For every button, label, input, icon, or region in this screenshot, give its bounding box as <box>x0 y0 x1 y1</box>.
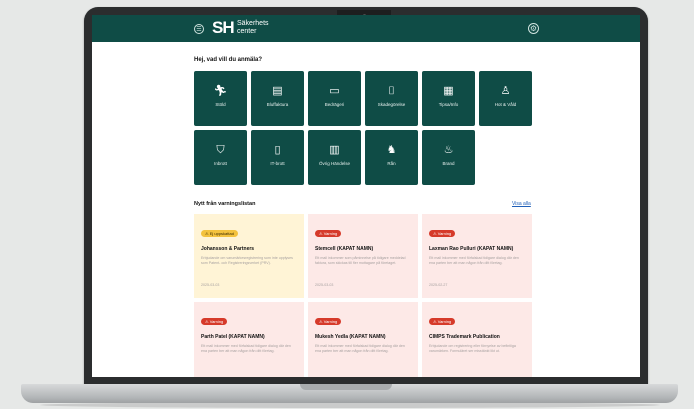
card-title: Stemcell (KAPAT NAMN) <box>315 246 374 252</box>
warning-card[interactable]: ⚠ Varning Stemcell (KAPAT NAMN) Ett mail… <box>308 214 418 298</box>
card-description: Ett mail inkommer med förfalskad tidigar… <box>315 344 405 353</box>
screen: ☰ SH Säkerhets center ⚙ Hej, vad vill du… <box>92 15 640 377</box>
laptop-base-notch <box>300 384 392 390</box>
badge-label: Varning <box>209 319 224 324</box>
gear-icon[interactable]: ⚙ <box>528 23 539 34</box>
category-tile-bluffaktura[interactable]: ▤ Bluffaktura <box>251 71 304 126</box>
category-tile-inbrott[interactable]: ⛉ Inbrott <box>194 130 247 185</box>
tile-label: Bedrägeri <box>324 102 345 107</box>
category-tile-bedrageri[interactable]: ▭ Bedrägeri <box>308 71 361 126</box>
category-tile-ran[interactable]: ♞ Rån <box>365 130 418 185</box>
category-tile-stold[interactable]: 🏃︎ Stöld <box>194 71 247 126</box>
tile-label: Skadegörelse <box>377 102 406 107</box>
spray-icon: ⌷ <box>388 85 395 97</box>
burglar-icon: ⛉ <box>216 144 225 156</box>
status-badge: ⚠ Ej uppskattad <box>201 230 238 237</box>
category-tile-hot-vald[interactable]: ♙ Hot & Våld <box>479 71 532 126</box>
logo-line-2: center <box>237 28 257 35</box>
warning-card[interactable]: ⚠ Varning Parth Patel (KAPAT NAMN) Ett m… <box>194 302 304 377</box>
logo-text: Säkerhets center <box>237 20 269 36</box>
warnings-section-title: Nytt från varningslistan <box>194 201 256 207</box>
badge-label: Varning <box>323 319 338 324</box>
category-tile-skadegorelse[interactable]: ⌷ Skadegörelse <box>365 71 418 126</box>
badge-label: Varning <box>437 319 452 324</box>
person-running-icon: 🏃︎ <box>213 85 228 97</box>
card-title: Laxman Rao Pulluri (KAPAT NAMN) <box>429 246 514 252</box>
card-title: Parth Patel (KAPAT NAMN) <box>201 334 265 340</box>
tile-label: Inbrott <box>214 161 227 166</box>
status-badge: ⚠ Varning <box>315 318 342 325</box>
card-description: Erbjudande om registrering eller förnyel… <box>429 344 516 353</box>
tile-label: Övrig Händelse <box>318 161 350 166</box>
view-all-link[interactable]: Visa alla <box>512 201 531 207</box>
tile-label: IT-brott <box>270 161 285 166</box>
status-badge: ⚠ Varning <box>201 318 228 325</box>
tile-label: Bluffaktura <box>266 102 289 107</box>
card-date: 2025-02-27 <box>429 283 448 287</box>
warning-card[interactable]: ⚠ Ej uppskattad Johansson & Partners Erb… <box>194 214 304 298</box>
robbery-icon: ♞ <box>386 144 397 156</box>
flame-icon: ♨ <box>443 144 454 156</box>
category-tile-brand[interactable]: ♨ Brand <box>422 130 475 185</box>
warning-card[interactable]: ⚠ Varning CIMPS Trademark Publication Er… <box>422 302 532 377</box>
badge-label: Varning <box>323 231 338 236</box>
badge-label: Ej uppskattad <box>209 231 234 236</box>
category-tile-it-brott[interactable]: ▯ IT-brott <box>251 130 304 185</box>
app-header: ☰ SH Säkerhets center ⚙ <box>92 15 640 42</box>
tile-label: Brand <box>442 161 455 166</box>
logo-line-1: Säkerhets <box>237 20 269 27</box>
card-title: Johansson & Partners <box>201 246 255 252</box>
card-title: Mukesh Yedla (KAPAT NAMN) <box>315 334 386 340</box>
card-description: Ett mail inkommer med förfalskad tidigar… <box>201 344 291 353</box>
tile-label: Rån <box>387 161 396 166</box>
status-badge: ⚠ Varning <box>315 230 342 237</box>
warning-card[interactable]: ⚠ Varning Laxman Rao Pulluri (KAPAT NAMN… <box>422 214 532 298</box>
card-icon: ▭ <box>329 85 340 97</box>
status-badge: ⚠ Varning <box>429 230 456 237</box>
logo-mark: SH <box>212 18 235 37</box>
store-icon: ▦ <box>443 85 454 97</box>
card-description: Ett mail inkommer med förfalskad tidigar… <box>429 256 519 265</box>
tile-label: Stöld <box>215 102 226 107</box>
badge-label: Varning <box>437 231 452 236</box>
person-threat-icon: ♙ <box>500 85 511 97</box>
hamburger-icon[interactable]: ☰ <box>194 24 204 34</box>
tile-label: Hot & Våld <box>494 102 517 107</box>
card-date: 2025-03-03 <box>315 283 334 287</box>
building-icon: ▥ <box>329 144 340 156</box>
card-date: 2025-03-03 <box>201 283 220 287</box>
device-icon: ▯ <box>274 144 281 156</box>
category-tile-tipsa-info[interactable]: ▦ Tipsa/Info <box>422 71 475 126</box>
invoice-icon: ▤ <box>272 85 283 97</box>
page-title: Hej, vad vill du anmäla? <box>194 57 263 63</box>
warning-card[interactable]: ⚠ Varning Mukesh Yedla (KAPAT NAMN) Ett … <box>308 302 418 377</box>
card-title: CIMPS Trademark Publication <box>429 334 500 340</box>
category-tile-ovrig-handelse[interactable]: ▥ Övrig Händelse <box>308 130 361 185</box>
card-description: Erbjudande om varumärkesregistrering som… <box>201 256 293 265</box>
status-badge: ⚠ Varning <box>429 318 456 325</box>
card-description: Ett mail inkommer som påminnelse på tidi… <box>315 256 406 265</box>
tile-label: Tipsa/Info <box>438 102 459 107</box>
